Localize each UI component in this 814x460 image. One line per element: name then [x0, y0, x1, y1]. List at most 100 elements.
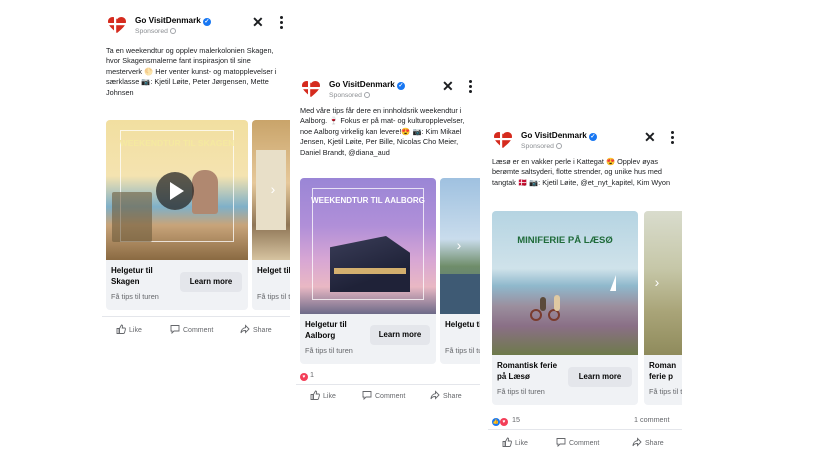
carousel-card-skagen[interactable]: WEEKENDTUR TIL SKAGEN Helgetur til Skage… — [106, 120, 248, 310]
card-image: › — [252, 120, 290, 260]
comment-count[interactable]: 1 comment — [634, 415, 670, 424]
reaction-summary[interactable]: ♥ 1 — [300, 370, 314, 381]
people-figure — [192, 170, 218, 214]
card-image: MINIFERIE PÅ LÆSØ — [492, 211, 638, 355]
chevron-right-icon[interactable]: › — [266, 182, 280, 196]
reaction-count: 1 — [310, 370, 314, 379]
page-name-text[interactable]: Go VisitDenmark — [135, 16, 201, 25]
card-subtitle: Få tips til turen — [445, 346, 480, 355]
globe-icon — [169, 28, 176, 34]
more-options-icon[interactable] — [670, 131, 674, 146]
sponsored-label: Sponsored — [521, 143, 562, 150]
sailboat-shape — [610, 275, 616, 291]
share-button[interactable]: Share — [430, 390, 462, 403]
card-subtitle: Få tips til turen — [111, 292, 159, 301]
carousel-card-next[interactable]: › Helget til Få tips til turen — [252, 120, 290, 310]
like-icon — [502, 437, 512, 447]
close-icon[interactable]: ✕ — [442, 79, 454, 93]
learn-more-button[interactable]: Learn more — [180, 272, 242, 292]
more-options-icon[interactable] — [468, 80, 472, 95]
ad-post-aalborg: Go VisitDenmark ✓ Sponsored ✕ Med våre ti… — [296, 74, 480, 410]
post-caption: Med våre tips får dere en innholdsrik we… — [300, 106, 465, 157]
comment-button[interactable]: Comment — [556, 437, 599, 450]
share-icon — [632, 437, 642, 447]
visitdenmark-logo-icon[interactable] — [301, 80, 321, 98]
learn-more-button[interactable]: Learn more — [568, 367, 632, 387]
share-label: Share — [253, 327, 272, 334]
verified-badge-icon: ✓ — [588, 133, 597, 141]
divider — [102, 316, 290, 317]
share-button[interactable]: Share — [632, 437, 664, 450]
sponsored-label: Sponsored — [135, 28, 176, 35]
play-button[interactable] — [156, 172, 194, 210]
like-icon — [116, 324, 126, 334]
page-name-text[interactable]: Go VisitDenmark — [329, 80, 395, 89]
card-body: Helget til Få tips til turen — [252, 260, 290, 310]
share-icon — [430, 390, 440, 400]
reaction-count: 15 — [512, 415, 520, 424]
card-body: Roman ferie p Få tips til turen — [644, 355, 682, 405]
like-button[interactable]: Like — [310, 390, 336, 403]
sponsored-text: Sponsored — [135, 28, 168, 35]
love-reaction-icon: ♥ — [500, 418, 508, 426]
card-subtitle: Få tips til turen — [257, 292, 290, 301]
globe-icon — [555, 143, 562, 149]
sponsored-text: Sponsored — [521, 143, 554, 150]
comment-button[interactable]: Comment — [170, 324, 213, 337]
share-button[interactable]: Share — [240, 324, 272, 337]
card-title: Helget til — [257, 266, 290, 275]
learn-more-button[interactable]: Learn more — [370, 325, 430, 345]
page-name-text[interactable]: Go VisitDenmark — [521, 131, 587, 140]
post-header: Go VisitDenmark ✓ Sponsored ✕ — [102, 10, 290, 40]
reaction-summary[interactable]: 👍 ♥ 15 — [492, 415, 520, 426]
like-button[interactable]: Like — [116, 324, 142, 337]
comment-button[interactable]: Comment — [362, 390, 405, 403]
ad-carousel: WEEKENDTUR TIL SKAGEN Helgetur til Skage… — [106, 120, 290, 310]
love-reaction-icon: ♥ — [300, 373, 308, 381]
share-label: Share — [443, 393, 462, 400]
like-icon — [310, 390, 320, 400]
like-reaction-icon: 👍 — [492, 418, 500, 426]
close-icon[interactable]: ✕ — [252, 15, 264, 29]
carousel-card-next[interactable]: › Roman ferie p Få tips til turen — [644, 211, 682, 405]
share-icon — [240, 324, 250, 334]
card-title: Roman ferie p — [649, 361, 677, 381]
chevron-right-icon[interactable]: › — [452, 238, 466, 252]
close-icon[interactable]: ✕ — [644, 130, 656, 144]
harbor-shape — [440, 274, 480, 314]
card-body: Helgetur til Aalborg Få tips til turen L… — [300, 314, 436, 364]
card-image: › — [440, 178, 480, 314]
post-caption: Ta en weekendtur og opplev malerkolonien… — [106, 46, 277, 97]
visitdenmark-logo-icon[interactable] — [493, 131, 513, 149]
light-strip — [334, 268, 406, 274]
comment-icon — [556, 438, 566, 448]
page-name[interactable]: Go VisitDenmark ✓ — [135, 16, 211, 26]
play-icon — [170, 182, 184, 200]
carousel-card-laeso[interactable]: MINIFERIE PÅ LÆSØ Romantisk ferie på Læs… — [492, 211, 638, 405]
card-image-title: MINIFERIE PÅ LÆSØ — [517, 235, 613, 246]
carousel-card-aalborg[interactable]: WEEKENDTUR TIL AALBORG Helgetur til Aalb… — [300, 178, 436, 364]
sponsored-label: Sponsored — [329, 92, 370, 99]
card-subtitle: Få tips til turen — [649, 387, 682, 396]
card-title: Helgetur til Aalborg — [305, 320, 347, 340]
post-header: Go VisitDenmark ✓ Sponsored ✕ — [488, 125, 682, 155]
card-image: WEEKENDTUR TIL AALBORG — [300, 178, 436, 314]
card-image: › — [644, 211, 682, 355]
comment-icon — [362, 391, 372, 401]
card-body: Helgetu til Få tips til turen — [440, 314, 480, 364]
like-button[interactable]: Like — [502, 437, 528, 450]
page-name[interactable]: Go VisitDenmark ✓ — [521, 131, 597, 141]
card-image: WEEKENDTUR TIL SKAGEN — [106, 120, 248, 260]
action-bar: Like Comment Share — [102, 324, 290, 338]
chevron-right-icon[interactable]: › — [650, 275, 664, 289]
card-subtitle: Få tips til turen — [305, 346, 353, 355]
like-label: Like — [515, 440, 528, 447]
carousel-card-next[interactable]: › Helgetu til Få tips til turen — [440, 178, 480, 364]
post-caption: Læsø er en vakker perle i Kattegat 😍 Opp… — [492, 157, 671, 187]
more-options-icon[interactable] — [279, 16, 283, 31]
like-label: Like — [129, 327, 142, 334]
card-title: Helgetur til Skagen — [111, 266, 153, 286]
page-name[interactable]: Go VisitDenmark ✓ — [329, 80, 405, 90]
visitdenmark-logo-icon[interactable] — [107, 16, 127, 34]
card-title: Helgetu til — [445, 320, 480, 329]
